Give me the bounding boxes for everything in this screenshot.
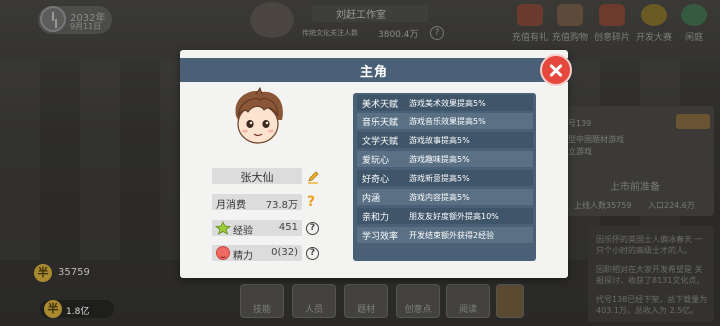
talent-effect: 朋友友好度额外提高10%	[409, 212, 499, 221]
energy-label: 精力	[233, 251, 253, 262]
character-avatar	[235, 86, 283, 144]
log-line: 因乐怀的英国士人偏冰春天 一只个小时的高级士才的人。	[596, 235, 703, 255]
top-action-dev-contest[interactable]: 开发大赛	[632, 4, 676, 43]
menu-label: 创意点	[404, 305, 432, 315]
talent-effect: 游戏故事提高5%	[409, 136, 470, 145]
top-bar: 2032年 9月11日 刘赶工作室 传统文化关注人数 3800.4万 ? 充值有…	[0, 0, 720, 44]
top-action-label: 充值购物	[551, 33, 588, 43]
top-action-courtyard[interactable]: 闲庭	[672, 4, 716, 43]
project-users: 上线人数35759	[574, 201, 632, 210]
menu-label: 人员	[304, 305, 323, 315]
talent-effect: 游戏音乐效果提高5%	[409, 117, 486, 126]
talent-name: 文学天赋	[362, 137, 399, 147]
followers-label: 传统文化关注人数	[302, 29, 358, 37]
monthly-spend-help-icon[interactable]: ?	[307, 194, 315, 210]
coin-value: 35759	[58, 267, 90, 278]
talent-name: 好奇心	[362, 175, 390, 185]
gift-box-icon	[517, 4, 543, 26]
talent-row: 音乐天赋 游戏音乐效果提高5%	[357, 113, 533, 129]
gift-icon	[599, 4, 625, 26]
top-action-label: 开发大赛	[635, 33, 672, 43]
talent-name: 内涵	[362, 194, 381, 204]
money-value: 1.8亿	[66, 307, 90, 317]
talent-row: 亲和力 朋友友好度额外提高10%	[357, 208, 533, 224]
project-genre: 类型中国题材游戏	[560, 135, 624, 144]
menu-label: 阅读	[458, 305, 477, 315]
log-line: 因职相对在大家开发希望是 关报探讨，收获了8131文化点。	[596, 265, 705, 285]
top-action-recharge-gift[interactable]: 充值有礼	[508, 4, 552, 43]
character-name: 张大仙	[240, 171, 274, 184]
experience-label: 经验	[233, 226, 253, 237]
clock-icon	[40, 6, 66, 32]
trophy-icon	[641, 4, 667, 26]
energy-icon	[216, 246, 230, 260]
top-action-label: 闲庭	[684, 33, 703, 43]
experience-help-icon[interactable]: ?	[306, 222, 319, 235]
talent-effect: 游戏美术效果提高5%	[409, 99, 486, 108]
date-month-day: 9月11日	[70, 22, 102, 31]
money-icon: 半	[44, 300, 62, 318]
talent-row: 内涵 游戏内容提高5%	[357, 189, 533, 205]
top-action-label: 创意碎片	[593, 33, 630, 43]
close-button[interactable]	[540, 54, 572, 86]
talent-row: 好奇心 游戏新意提高5%	[357, 170, 533, 186]
followers-value: 3800.4万	[378, 30, 419, 40]
talent-name: 亲和力	[362, 213, 390, 223]
talent-name: 音乐天赋	[362, 118, 399, 128]
experience-value: 451	[278, 222, 298, 233]
experience-icon	[215, 221, 231, 235]
talent-name: 爱玩心	[362, 156, 390, 166]
tree-icon	[681, 4, 707, 26]
talent-effect: 开发结束额外获得2经验	[409, 231, 495, 240]
log-line: 代号138已经下架，总下载量为 403.1万，总收入为 2.5亿。	[596, 295, 708, 315]
project-badge	[676, 114, 710, 129]
studio-avatar[interactable]	[250, 2, 294, 38]
talent-row: 美术天赋 游戏美术效果提高5%	[357, 95, 533, 111]
monthly-spend-value: 73.8万	[265, 200, 298, 211]
menu-reading-button[interactable]: 阅读	[446, 284, 490, 318]
menu-skills-button[interactable]: 技能	[240, 284, 284, 318]
menu-theme-button[interactable]: 题材	[344, 284, 388, 318]
talent-effect: 游戏内容提高5%	[409, 193, 470, 202]
talent-row: 文学天赋 游戏故事提高5%	[357, 132, 533, 148]
monthly-spend-label: 月消费	[216, 200, 246, 211]
talent-row: 学习效率 开发结束额外获得2经验	[357, 227, 533, 243]
talent-row: 爱玩心 游戏趣味提高5%	[357, 151, 533, 167]
menu-staff-button[interactable]: 人员	[292, 284, 336, 318]
talent-name: 学习效率	[362, 232, 399, 242]
menu-more-button[interactable]	[496, 284, 524, 318]
menu-label: 技能	[252, 305, 271, 315]
top-action-idea-fragments[interactable]: 创意碎片	[590, 4, 634, 43]
project-status: 上市前准备	[610, 182, 660, 193]
followers-help-icon[interactable]: ?	[430, 26, 444, 40]
shopping-icon	[557, 4, 583, 26]
edit-name-icon[interactable]	[306, 170, 320, 184]
menu-label: 题材	[356, 305, 375, 315]
menu-ideas-button[interactable]: 创意点	[396, 284, 440, 318]
talent-name: 美术天赋	[362, 100, 399, 110]
talent-effect: 游戏趣味提高5%	[409, 155, 470, 164]
dialog-title: 主角	[359, 65, 388, 80]
talent-effect: 游戏新意提高5%	[409, 174, 470, 183]
project-revenue: 入口224.6万	[648, 201, 695, 210]
coin-icon: 半	[34, 264, 52, 282]
top-action-recharge-shop[interactable]: 充值购物	[548, 4, 592, 43]
energy-value: 0(32)	[271, 247, 298, 258]
studio-name: 刘赶工作室	[336, 10, 386, 21]
top-action-label: 充值有礼	[511, 33, 548, 43]
energy-help-icon[interactable]: ?	[306, 247, 319, 260]
